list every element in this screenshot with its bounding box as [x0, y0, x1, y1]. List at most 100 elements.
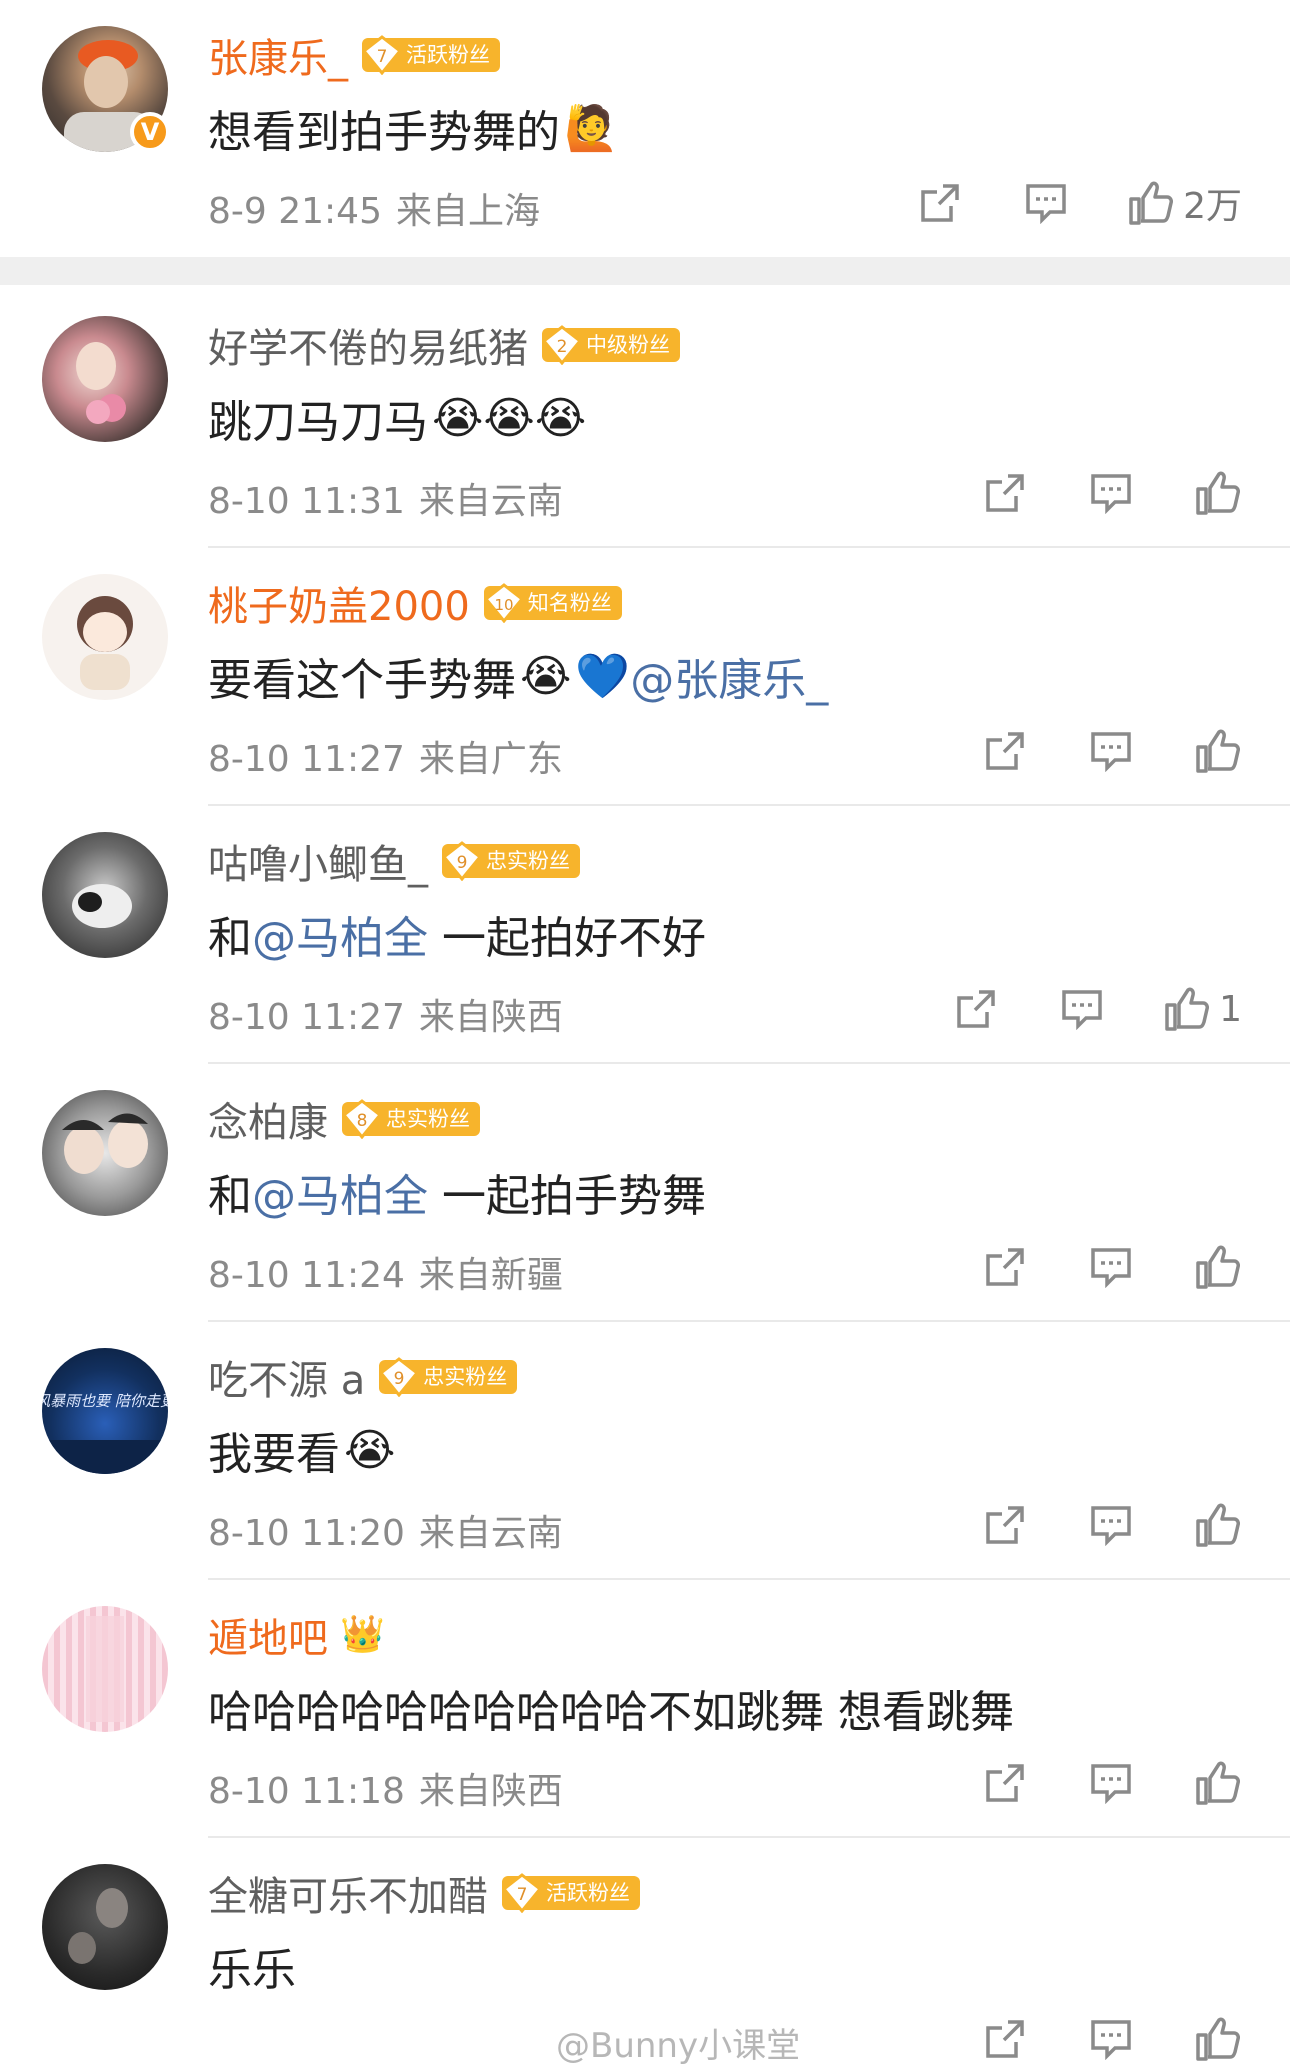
crying-emoji-icon: 😭: [344, 1424, 396, 1476]
fan-level-icon: 7: [362, 35, 402, 75]
thumbs-up-icon: [1129, 181, 1174, 225]
share-icon[interactable]: [951, 984, 1001, 1034]
watermark: @Bunny小课堂: [556, 2026, 801, 2066]
comment-icon[interactable]: [1057, 984, 1107, 1034]
comment-icon[interactable]: [1086, 1758, 1136, 1808]
avatar[interactable]: [42, 316, 168, 442]
comment-text: 乐乐: [208, 1945, 296, 1996]
timestamp: 8-10 11:20: [208, 1513, 405, 1554]
comment-item: 好学不倦的易纸猪 2 中级粉丝 跳刀马刀马 😭😭😭 8-10 11:31 来自云南: [0, 290, 1290, 548]
username[interactable]: 全糖可乐不加醋: [208, 1864, 488, 1922]
location: 来自广东: [418, 739, 563, 780]
like-button[interactable]: [1192, 468, 1242, 518]
username[interactable]: 好学不倦的易纸猪: [208, 316, 528, 374]
share-icon[interactable]: [915, 178, 965, 228]
thumbs-up-icon: [1196, 1245, 1240, 1289]
share-icon[interactable]: [980, 1242, 1030, 1292]
like-count: 2万: [1183, 186, 1242, 227]
comment-icon[interactable]: [1086, 726, 1136, 776]
fan-level-icon: 9: [442, 841, 482, 881]
comment-text: 和 @马柏全 一起拍手势舞: [208, 1160, 706, 1224]
like-button[interactable]: [1192, 2014, 1242, 2064]
svg-text:9: 9: [394, 1369, 405, 1389]
svg-text:2: 2: [557, 337, 568, 357]
crown-icon: 👑: [340, 1614, 385, 1655]
comment-meta: 8-10 11:27 来自广东: [208, 730, 563, 782]
share-icon[interactable]: [980, 1500, 1030, 1550]
comment-meta: 8-10 11:31 来自云南: [208, 472, 563, 524]
thumbs-up-icon: [1196, 729, 1240, 773]
avatar[interactable]: [42, 1864, 168, 1990]
comment-item: 咕噜小鲫鱼_ 9 忠实粉丝 和 @马柏全 一起拍好不好 8-10 11:27 来自陕…: [0, 806, 1290, 1064]
avatar[interactable]: [42, 832, 168, 958]
comment-text: 跳刀马刀马 😭😭😭: [208, 392, 587, 449]
comment-icon[interactable]: [1021, 178, 1071, 228]
username[interactable]: 念柏康: [208, 1090, 328, 1148]
location: 来自陕西: [418, 1771, 563, 1812]
crying-emoji-icon: 😭😭😭: [432, 392, 587, 444]
location: 来自上海: [396, 191, 541, 232]
raising-hand-emoji-icon: 🙋: [564, 103, 619, 154]
fan-level-icon: 8: [342, 1099, 382, 1139]
mention-link[interactable]: @马柏全: [252, 1160, 428, 1224]
crying-emoji-icon: 😭: [520, 650, 572, 702]
like-button[interactable]: [1192, 1758, 1242, 1808]
fan-badge: 2 中级粉丝: [542, 325, 680, 365]
comment-icon[interactable]: [1086, 1500, 1136, 1550]
timestamp: 8-10 11:27: [208, 739, 405, 780]
location: 来自陕西: [418, 997, 563, 1038]
username[interactable]: 张康乐_: [208, 26, 348, 84]
location: 来自新疆: [418, 1255, 563, 1296]
fan-badge: 9 忠实粉丝: [379, 1357, 518, 1397]
avatar[interactable]: [42, 574, 168, 700]
share-icon[interactable]: [980, 468, 1030, 518]
timestamp: 8-10 11:31: [208, 481, 405, 522]
like-button[interactable]: [1192, 1500, 1242, 1550]
share-icon[interactable]: [980, 1758, 1030, 1808]
location: 来自云南: [418, 481, 563, 522]
like-button[interactable]: [1192, 726, 1242, 776]
comment-meta: 8-9 21:45 来自上海: [208, 182, 540, 234]
mention-link[interactable]: @马柏全: [252, 902, 428, 966]
comment-text: 哈哈哈哈哈哈哈哈哈哈不如跳舞 想看跳舞: [208, 1687, 1014, 1738]
like-button[interactable]: 1: [1163, 984, 1242, 1034]
thumbs-up-icon: [1196, 2017, 1240, 2061]
comment-text: 要看这个手势舞 😭 💙 @张康乐_: [208, 644, 828, 708]
comment-icon[interactable]: [1086, 2014, 1136, 2064]
comment-icon[interactable]: [1086, 468, 1136, 518]
username[interactable]: 桃子奶盖2000: [208, 574, 470, 632]
username[interactable]: 遁地吧: [208, 1606, 328, 1664]
mention-link[interactable]: @张康乐_: [630, 644, 828, 708]
comment-item: 遁地吧 👑 哈哈哈哈哈哈哈哈哈哈不如跳舞 想看跳舞 8-10 11:18 来自陕西: [0, 1580, 1290, 1838]
thumbs-up-icon: [1196, 1761, 1240, 1805]
svg-text:10: 10: [494, 596, 513, 614]
fan-level-icon: 2: [542, 325, 582, 365]
fan-badge: 7 活跃粉丝: [362, 35, 500, 75]
thumbs-up-icon: [1196, 1503, 1240, 1547]
avatar[interactable]: [42, 1606, 168, 1732]
comment-item: 念柏康 8 忠实粉丝 和 @马柏全 一起拍手势舞 8-10 11:24 来自新疆: [0, 1064, 1290, 1322]
avatar[interactable]: 狂风暴雨也要 陪你走更远: [42, 1348, 168, 1474]
comment-meta: 8-10 11:27 来自陕西: [208, 988, 563, 1040]
fan-level-icon: 7: [502, 1873, 542, 1913]
like-button[interactable]: 2万: [1127, 178, 1242, 228]
username[interactable]: 咕噜小鲫鱼_: [208, 832, 428, 890]
fan-level-icon: 10: [483, 583, 524, 623]
share-icon[interactable]: [980, 2014, 1030, 2064]
comment-icon[interactable]: [1086, 1242, 1136, 1292]
fan-badge: 10 知名粉丝: [483, 583, 622, 623]
svg-text:7: 7: [517, 1885, 528, 1905]
fan-badge: 7 活跃粉丝: [502, 1873, 640, 1913]
location: 来自云南: [418, 1513, 563, 1554]
timestamp: 8-10 11:18: [208, 1771, 405, 1812]
share-icon[interactable]: [980, 726, 1030, 776]
blue-heart-icon: 💙: [575, 651, 631, 702]
fan-badge: 8 忠实粉丝: [342, 1099, 480, 1139]
comment-item: 桃子奶盖2000 10 知名粉丝 要看这个手势舞 😭 💙 @张康乐_ 8-10 11:…: [0, 548, 1290, 806]
like-button[interactable]: [1192, 1242, 1242, 1292]
comment-item: 狂风暴雨也要 陪你走更远 吃不源 a 9 忠实粉丝 我要看😭 8-10 11:2…: [0, 1322, 1290, 1580]
username[interactable]: 吃不源 a: [208, 1348, 365, 1406]
svg-text:8: 8: [357, 1111, 368, 1131]
verified-badge-icon: V: [130, 112, 170, 152]
avatar[interactable]: [42, 1090, 168, 1216]
